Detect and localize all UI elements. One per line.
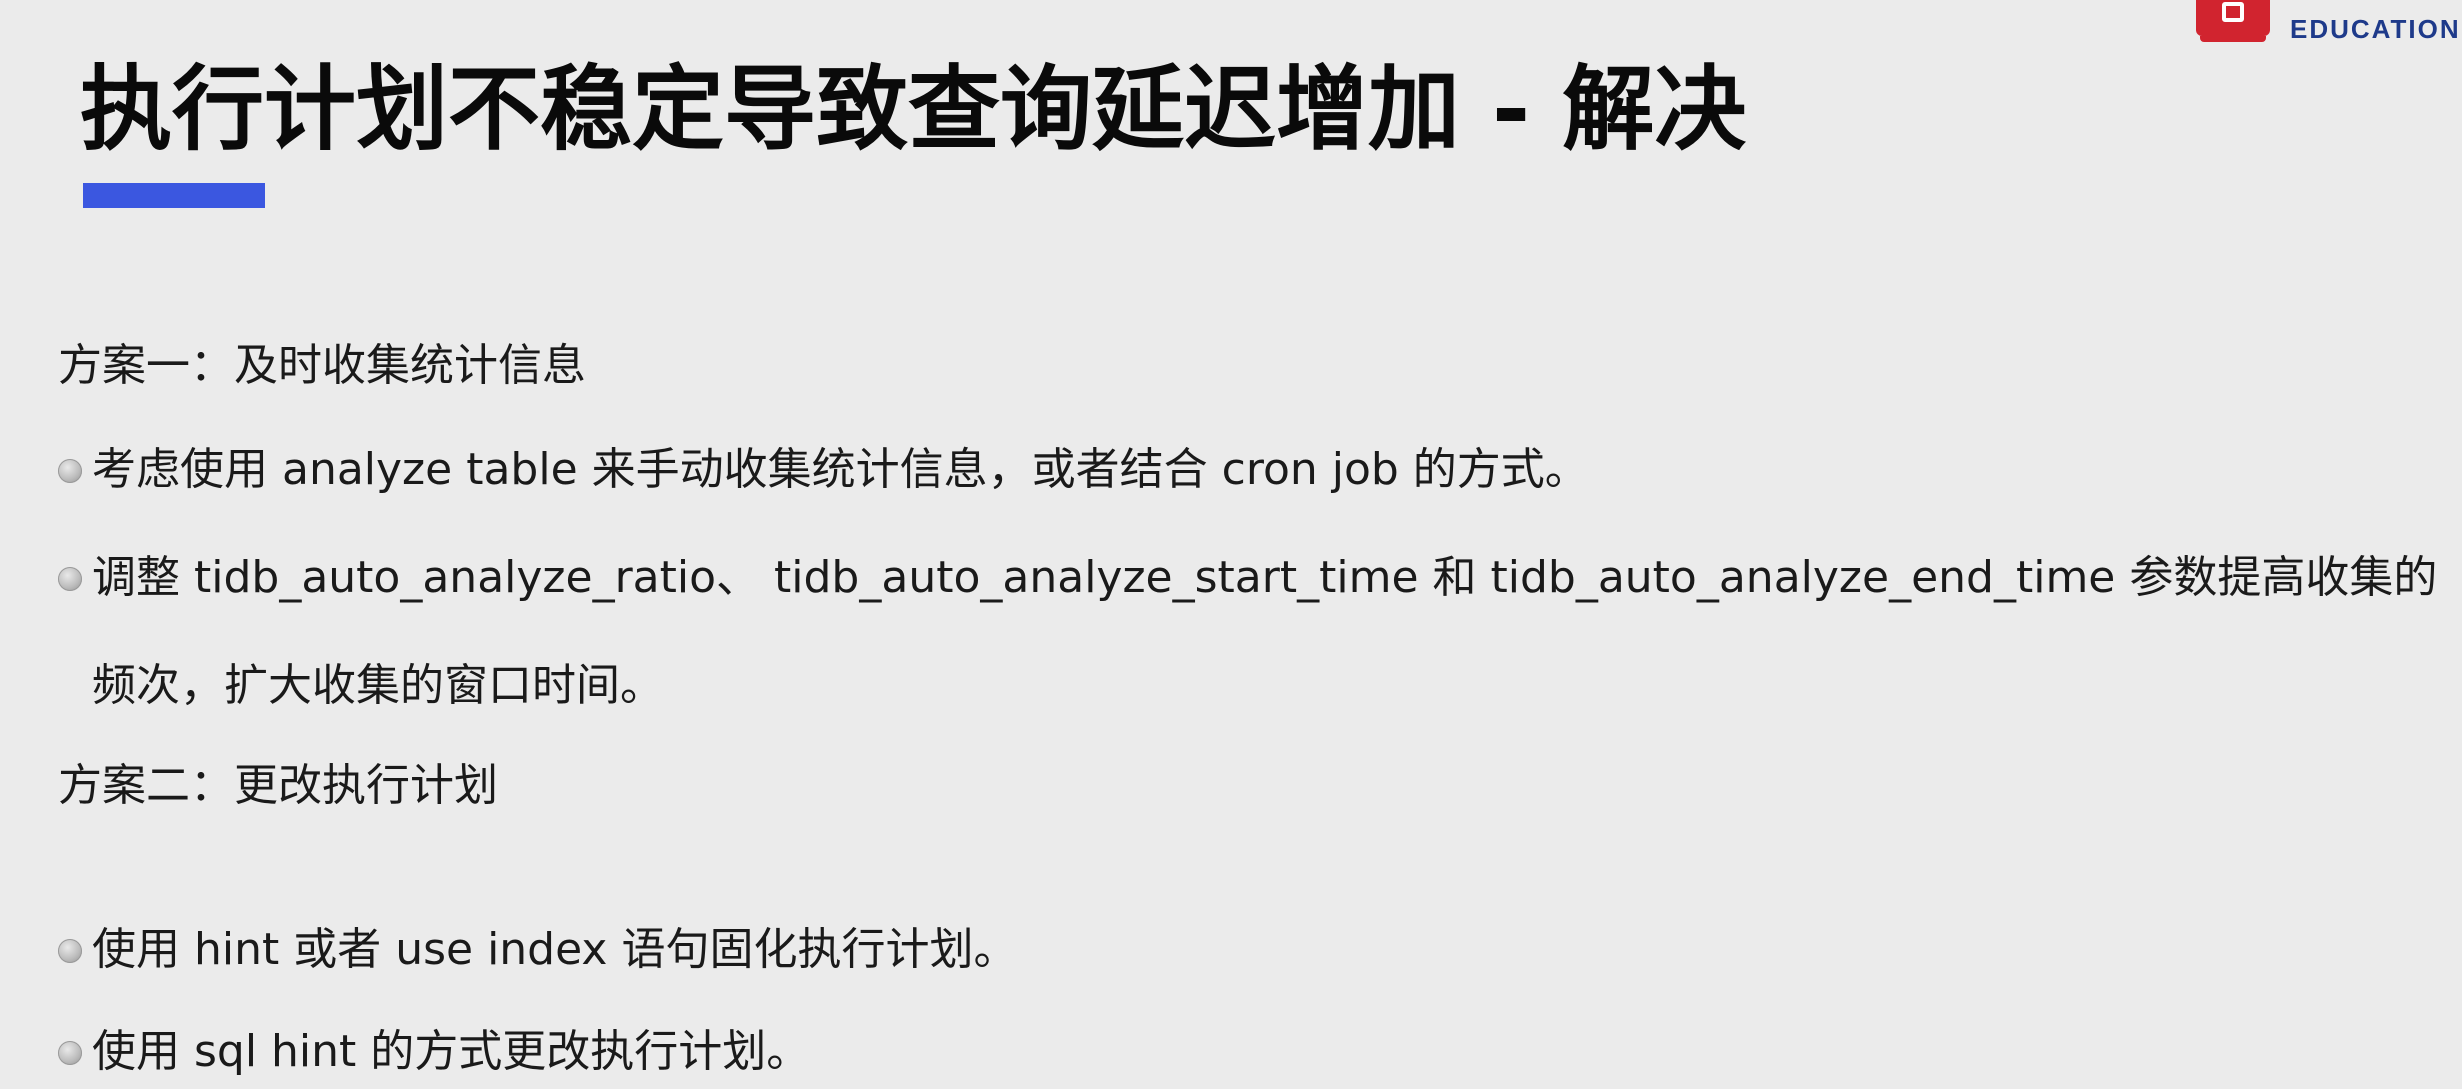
list-item: 使用 hint 或者 use index 语句固化执行计划。 [58,920,1017,980]
slide-title: 执行计划不稳定导致查询延迟增加 - 解决 [80,56,1747,163]
bullet-text: 考虑使用 analyze table 来手动收集统计信息，或者结合 cron j… [92,444,1589,495]
section-heading-1: 方案一：及时收集统计信息 [58,340,586,391]
brand-logo: EDUCATION [2196,0,2462,50]
list-item: 调整 tidb_auto_analyze_ratio、 tidb_auto_an… [58,548,2462,740]
list-item: 考虑使用 analyze table 来手动收集统计信息，或者结合 cron j… [58,440,1589,500]
bullet-icon [58,939,82,963]
section-heading-2: 方案二：更改执行计划 [58,760,498,811]
bullet-icon [58,459,82,483]
list-item: 使用 sql hint 的方式更改执行计划。 [58,1022,810,1082]
bullet-text: 使用 hint 或者 use index 语句固化执行计划。 [92,924,1018,975]
bullet-text: 调整 tidb_auto_analyze_ratio、 tidb_auto_an… [92,552,2438,711]
bullet-text: 使用 sql hint 的方式更改执行计划。 [92,1026,811,1077]
bullet-icon [58,567,82,591]
bullet-icon [58,1041,82,1065]
logo-icon [2196,0,2270,36]
title-underline [83,183,265,208]
logo-book-icon [2200,36,2266,42]
brand-name: EDUCATION [2290,14,2461,44]
